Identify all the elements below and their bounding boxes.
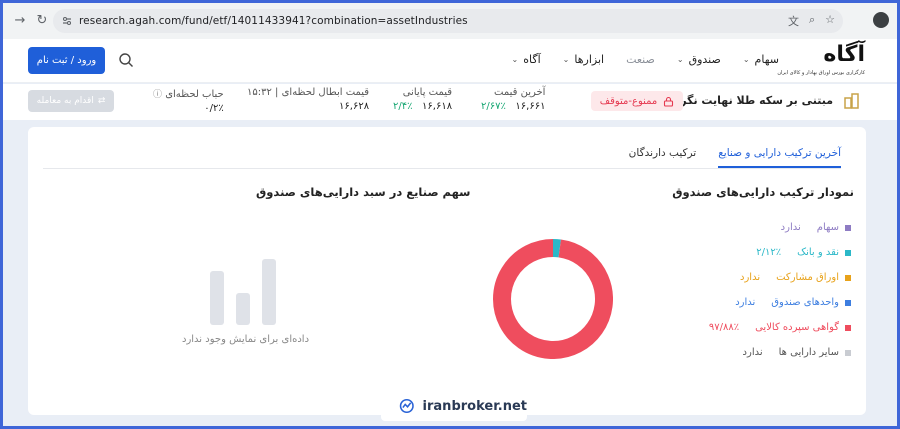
- address-bar[interactable]: research.agah.com/fund/etf/14011433941?c…: [53, 9, 843, 33]
- legend-value: ۹۷/۸۸٪: [708, 322, 740, 333]
- translate-icon[interactable]: 文: [788, 13, 799, 29]
- nav-price-label: قیمت ابطال لحظه‌ای | ۱۵:۳۲: [247, 87, 370, 98]
- reload-icon[interactable]: ↻: [33, 12, 51, 30]
- bubble-value: ۰/۲٪: [204, 103, 224, 114]
- industries-chart-title: سهم صنایع در سبد دارایی‌های صندوق: [256, 185, 471, 199]
- chevron-down-icon: ⌄: [676, 55, 684, 64]
- lock-icon: [664, 96, 674, 107]
- chevron-down-icon: ⌄: [511, 55, 519, 64]
- tabs-divider: [43, 168, 841, 169]
- nav-item-funds[interactable]: صندوق ⌄: [677, 53, 721, 66]
- zoom-icon[interactable]: ⌕: [809, 13, 815, 29]
- nav-price-value: ۱۶,۶۲۸: [339, 101, 370, 112]
- tab-holders-composition[interactable]: ترکیب دارندگان: [629, 147, 697, 168]
- status-badge: ممنوع-متوقف: [591, 91, 683, 111]
- legend-label: نقد و بانک: [797, 247, 839, 258]
- fund-logo-icon: [844, 93, 859, 109]
- close-price-value: ۱۶,۶۱۸: [422, 101, 453, 112]
- legend-swatch: [845, 324, 851, 331]
- logo-subtitle: کارگزاری بورس اوراق بهادار و کالای ایران: [777, 70, 865, 76]
- site-header: آگاه کارگزاری بورس اوراق بهادار و کالای …: [3, 39, 897, 83]
- broker-logo-icon: [399, 399, 414, 413]
- bubble-stat: حباب لحظه‌ای ⓘ ۰/۲٪: [153, 87, 224, 114]
- logo-text: آگاه: [823, 42, 865, 67]
- legend-item: واحدهای صندوق ندارد: [709, 290, 851, 315]
- nav-item-stocks[interactable]: سهام ⌄: [743, 53, 779, 66]
- nav-price-stat: قیمت ابطال لحظه‌ای | ۱۵:۳۲ ۱۶,۶۲۸: [247, 87, 369, 112]
- legend-item: گواهی سپرده کالایی ۹۷/۸۸٪: [709, 315, 851, 340]
- legend-item: سایر دارایی ها ندارد: [709, 340, 851, 365]
- last-price-stat: آخرین قیمت ۱۶,۶۶۱ ۲/۶۷٪: [481, 87, 545, 112]
- profile-avatar[interactable]: [873, 12, 889, 28]
- login-button[interactable]: ورود / ثبت نام: [28, 47, 105, 74]
- legend-item: اوراق مشارکت ندارد: [709, 265, 851, 290]
- composition-chart-title: نمودار ترکیب دارایی‌های صندوق: [672, 185, 854, 199]
- empty-data-message: داده‌ای برای نمایش وجود ندارد: [182, 334, 310, 345]
- swap-icon: ⇄: [97, 96, 106, 106]
- legend-value: ۲/۱۲٪: [756, 247, 782, 258]
- legend-label: گواهی سپرده کالایی: [755, 322, 839, 333]
- empty-bar-chart-icon: [210, 259, 276, 325]
- url-text: research.agah.com/fund/etf/14011433941?c…: [79, 15, 468, 27]
- forward-icon[interactable]: →: [11, 12, 29, 30]
- last-price-label: آخرین قیمت: [494, 87, 546, 98]
- legend-value: ندارد: [740, 272, 761, 283]
- legend-swatch: [845, 274, 851, 281]
- screenshot-frame: → ↻ research.agah.com/fund/etf/140114339…: [0, 0, 900, 429]
- main-nav: سهام ⌄ صندوق ⌄ صنعت ابزارها ⌄ آگاه ⌄: [512, 53, 779, 66]
- legend-label: واحدهای صندوق: [771, 297, 839, 308]
- close-price-stat: قیمت پایانی ۱۶,۶۱۸ ۲/۴٪: [393, 87, 452, 112]
- last-price-change: ۲/۶۷٪: [481, 101, 506, 112]
- nav-item-industry[interactable]: صنعت: [626, 53, 655, 66]
- legend-value: ندارد: [780, 222, 801, 233]
- browser-toolbar: → ↻ research.agah.com/fund/etf/140114339…: [3, 3, 897, 39]
- search-icon[interactable]: [118, 52, 134, 68]
- last-price-value: ۱۶,۶۶۱: [515, 101, 546, 112]
- logo[interactable]: آگاه کارگزاری بورس اوراق بهادار و کالای …: [777, 42, 865, 78]
- legend-label: اوراق مشارکت: [776, 272, 839, 283]
- composition-card: آخرین ترکیب دارایی و صنایع ترکیب دارندگا…: [28, 127, 866, 415]
- nav-item-agah[interactable]: آگاه ⌄: [512, 53, 541, 66]
- site-settings-icon[interactable]: [61, 15, 73, 27]
- trade-button[interactable]: ⇄ اقدام به معامله: [28, 90, 114, 112]
- legend-item: سهام ندارد: [709, 215, 851, 240]
- tab-bar: آخرین ترکیب دارایی و صنایع ترکیب دارندگا…: [629, 147, 841, 168]
- close-price-change: ۲/۴٪: [393, 101, 413, 112]
- legend-swatch: [845, 249, 851, 256]
- nav-item-tools[interactable]: ابزارها ⌄: [563, 53, 604, 66]
- info-icon[interactable]: ⓘ: [153, 90, 162, 100]
- close-price-label: قیمت پایانی: [402, 87, 453, 98]
- legend-swatch: [845, 349, 851, 356]
- star-icon[interactable]: ☆: [825, 13, 835, 29]
- legend-item: نقد و بانک ۲/۱۲٪: [709, 240, 851, 265]
- legend-label: سهام: [816, 222, 839, 233]
- donut-slice[interactable]: [493, 239, 613, 359]
- chevron-down-icon: ⌄: [562, 55, 570, 64]
- legend-swatch: [845, 299, 851, 306]
- legend-value: ندارد: [735, 297, 756, 308]
- legend-swatch: [845, 224, 851, 231]
- legend-value: ندارد: [742, 347, 763, 358]
- legend-label: سایر دارایی ها: [778, 347, 839, 358]
- fund-info-bar: مبتنی بر سکه طلا نهایت نگر (ناب) | ممنوع…: [3, 84, 897, 120]
- bubble-label: حباب لحظه‌ای: [165, 89, 224, 100]
- composition-legend: سهام ندارد نقد و بانک ۲/۱۲٪ اوراق مشارکت ندار…: [709, 215, 851, 365]
- composition-donut-chart: [493, 239, 613, 359]
- tab-asset-composition[interactable]: آخرین ترکیب دارایی و صنایع: [718, 147, 841, 168]
- chevron-down-icon: ⌄: [742, 55, 750, 64]
- watermark-text: iranbroker.net: [422, 398, 527, 414]
- watermark: iranbroker.net: [381, 391, 527, 421]
